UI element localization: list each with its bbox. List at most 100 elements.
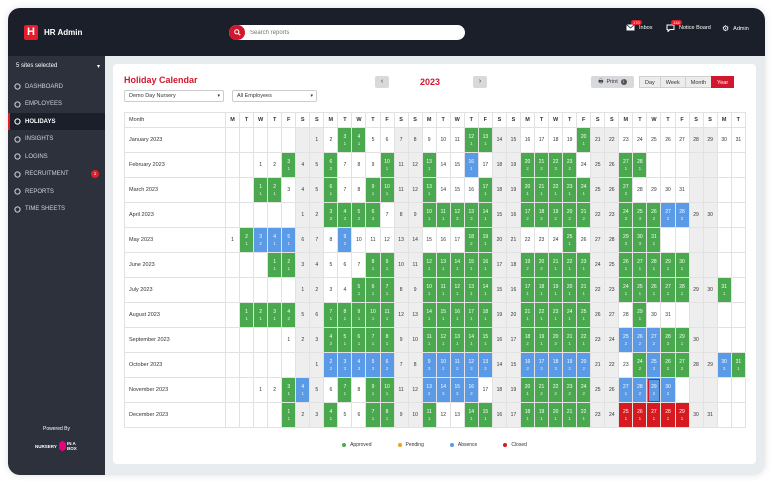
- day-cell[interactable]: 26: [590, 302, 606, 328]
- day-cell[interactable]: 62: [379, 352, 395, 378]
- day-cell[interactable]: 23: [618, 127, 634, 153]
- day-cell[interactable]: 30: [702, 202, 718, 228]
- day-cell[interactable]: 1: [224, 227, 241, 253]
- day-cell[interactable]: 14: [435, 177, 451, 203]
- day-cell[interactable]: 19 1: [534, 327, 550, 353]
- day-cell[interactable]: 20 1: [576, 127, 592, 153]
- prev-year-button[interactable]: ‹: [375, 76, 389, 88]
- day-cell[interactable]: 12: [435, 402, 451, 428]
- day-cell[interactable]: 19: [505, 377, 521, 403]
- day-cell[interactable]: 21: [590, 127, 606, 153]
- day-cell[interactable]: 1: [281, 327, 297, 353]
- day-cell[interactable]: 81: [337, 302, 353, 328]
- view-tab-week[interactable]: Week: [659, 76, 686, 88]
- day-cell[interactable]: 31 1: [716, 277, 732, 303]
- day-cell[interactable]: 24: [632, 127, 648, 153]
- day-cell[interactable]: 15 1: [477, 402, 493, 428]
- day-cell[interactable]: 12: [407, 177, 423, 203]
- sidebar-item-logins[interactable]: Logins: [8, 148, 105, 165]
- day-cell[interactable]: 22: [590, 202, 606, 228]
- day-cell[interactable]: 21 1: [519, 302, 536, 328]
- day-cell[interactable]: 43: [351, 352, 367, 378]
- sites-selector[interactable]: 5 sites selected ▾: [8, 56, 105, 76]
- day-cell[interactable]: 19 1: [534, 402, 550, 428]
- day-cell[interactable]: 16: [463, 177, 479, 203]
- day-cell[interactable]: 9: [407, 277, 423, 303]
- day-cell[interactable]: 42: [323, 327, 339, 353]
- day-cell[interactable]: 16: [505, 202, 521, 228]
- day-cell[interactable]: 18: [491, 152, 507, 178]
- day-cell[interactable]: 13 3: [463, 202, 479, 228]
- day-cell[interactable]: 93: [421, 352, 437, 378]
- day-cell[interactable]: 23: [590, 402, 606, 428]
- day-cell[interactable]: 16: [519, 127, 536, 153]
- day-cell[interactable]: 27 1: [646, 402, 662, 428]
- day-cell[interactable]: 27: [674, 127, 690, 153]
- day-cell[interactable]: 21: [505, 227, 521, 253]
- day-cell[interactable]: 23: [618, 352, 634, 378]
- day-cell[interactable]: 26: [604, 377, 620, 403]
- day-cell[interactable]: 13: [393, 227, 409, 253]
- day-cell[interactable]: 18 2: [463, 227, 479, 253]
- day-cell[interactable]: 29: [702, 127, 718, 153]
- day-cell[interactable]: 20 3: [548, 327, 564, 353]
- day-cell[interactable]: 31: [281, 377, 297, 403]
- day-cell[interactable]: 11: [449, 127, 465, 153]
- day-cell[interactable]: 27 2: [660, 202, 676, 228]
- day-cell[interactable]: 2: [309, 277, 325, 303]
- day-cell[interactable]: 26: [604, 177, 620, 203]
- day-cell[interactable]: 30: [688, 327, 704, 353]
- day-cell[interactable]: 12 1: [449, 277, 465, 303]
- day-cell[interactable]: 24 3: [618, 202, 634, 228]
- day-cell[interactable]: 15: [449, 152, 465, 178]
- day-cell[interactable]: 21 2: [534, 377, 550, 403]
- day-cell[interactable]: 22 1: [576, 327, 592, 353]
- day-cell[interactable]: 51: [337, 327, 353, 353]
- day-cell[interactable]: 91: [351, 302, 367, 328]
- day-cell[interactable]: 12 3: [449, 202, 465, 228]
- day-cell[interactable]: 53: [365, 352, 381, 378]
- view-tab-year[interactable]: Year: [711, 76, 735, 88]
- day-cell[interactable]: 32: [253, 227, 269, 253]
- day-cell[interactable]: 28 2: [660, 327, 676, 353]
- day-cell[interactable]: 17 2: [519, 202, 536, 228]
- day-cell[interactable]: 25 3: [632, 202, 648, 228]
- day-cell[interactable]: 1: [253, 152, 269, 178]
- day-cell[interactable]: 1: [309, 352, 325, 378]
- day-cell[interactable]: 29: [688, 277, 704, 303]
- day-cell[interactable]: 27 1: [618, 377, 634, 403]
- day-cell[interactable]: 23: [534, 227, 550, 253]
- day-cell[interactable]: 14 1: [463, 327, 479, 353]
- day-cell[interactable]: 30: [688, 402, 704, 428]
- day-cell[interactable]: 71: [337, 377, 353, 403]
- day-cell[interactable]: 29: [688, 202, 704, 228]
- day-cell[interactable]: 13 1: [463, 277, 479, 303]
- employee-filter-select[interactable]: All Employees: [232, 90, 317, 102]
- day-cell[interactable]: 19 2: [519, 252, 536, 278]
- day-cell[interactable]: 2: [267, 377, 283, 403]
- view-tab-day[interactable]: Day: [639, 76, 661, 88]
- day-cell[interactable]: 6: [323, 377, 339, 403]
- day-cell[interactable]: 11: [253, 177, 269, 203]
- day-cell[interactable]: 8: [351, 377, 367, 403]
- day-cell[interactable]: 5: [295, 302, 311, 328]
- day-cell[interactable]: 24: [604, 327, 620, 353]
- sidebar-item-dashboard[interactable]: Dashboard: [8, 78, 105, 95]
- day-cell[interactable]: 12 1: [463, 127, 479, 153]
- day-cell[interactable]: 30 1: [674, 252, 690, 278]
- day-cell[interactable]: 3: [281, 177, 297, 203]
- day-cell[interactable]: 15: [449, 177, 465, 203]
- day-cell[interactable]: 16: [435, 227, 451, 253]
- day-cell[interactable]: 71: [365, 327, 381, 353]
- view-tab-month[interactable]: Month: [684, 76, 713, 88]
- day-cell[interactable]: 23 2: [562, 377, 578, 403]
- day-cell[interactable]: 31 1: [646, 227, 662, 253]
- day-cell[interactable]: 15: [505, 127, 521, 153]
- day-cell[interactable]: 23 1: [562, 177, 578, 203]
- day-cell[interactable]: 30 3: [716, 352, 732, 378]
- day-cell[interactable]: 91: [365, 177, 381, 203]
- day-cell[interactable]: 8: [407, 127, 423, 153]
- day-cell[interactable]: 11 1: [421, 327, 437, 353]
- day-cell[interactable]: 25 1: [618, 402, 634, 428]
- day-cell[interactable]: 23 1: [576, 252, 592, 278]
